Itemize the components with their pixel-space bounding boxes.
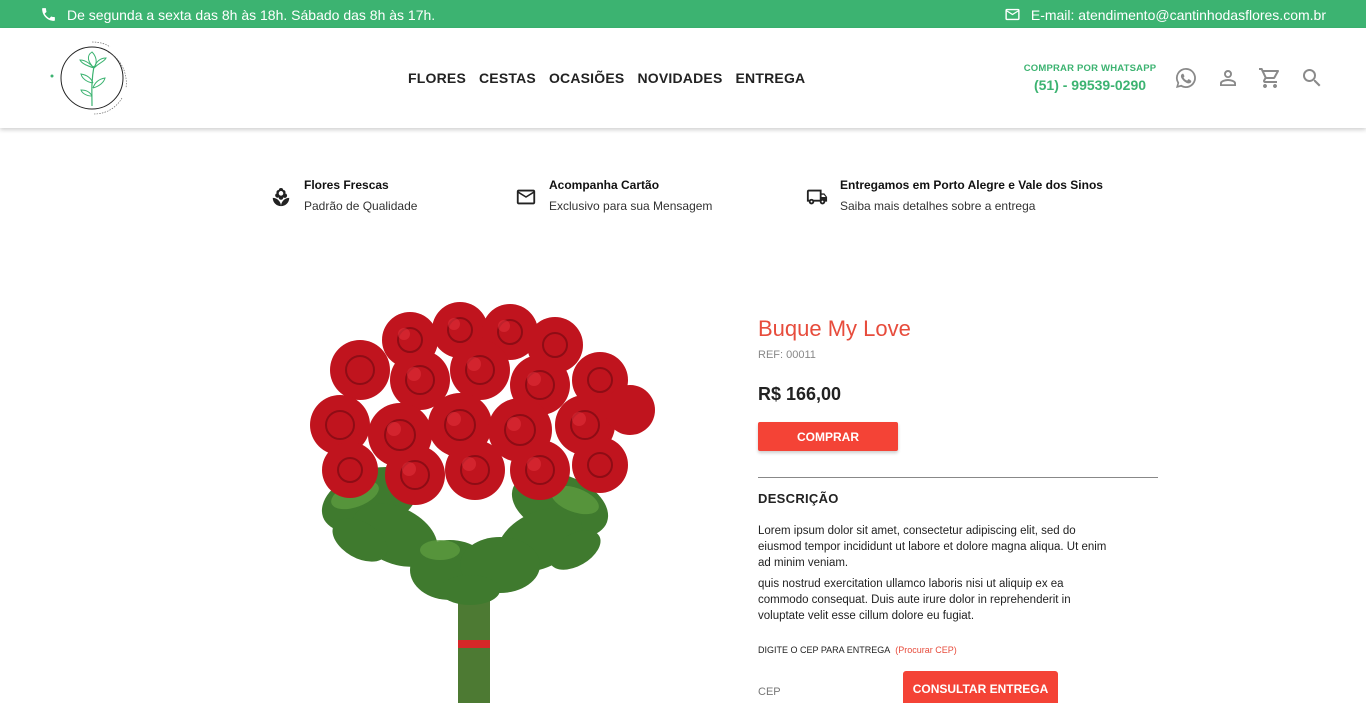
- section-divider: [758, 477, 1158, 478]
- whatsapp-label: COMPRAR POR WHATSAPP: [1023, 63, 1157, 74]
- cep-input[interactable]: [758, 682, 888, 702]
- product-ref: REF: 00011: [758, 349, 816, 361]
- brand-logo[interactable]: [48, 38, 138, 118]
- product-image[interactable]: [300, 300, 660, 703]
- truck-icon: [806, 178, 828, 213]
- mail-icon: [515, 178, 537, 213]
- cart-icon[interactable]: [1258, 66, 1282, 90]
- site-header: FLORES CESTAS OCASIÕES NOVIDADES ENTREGA…: [0, 28, 1366, 128]
- whatsapp-number: (51) - 99539-0290: [1033, 77, 1147, 93]
- buy-button[interactable]: COMPRAR: [758, 422, 898, 451]
- feature-title: Acompanha Cartão: [549, 178, 660, 192]
- description-paragraph-1: Lorem ipsum dolor sit amet, consectetur …: [758, 525, 1107, 569]
- top-info-bar: De segunda a sexta das 8h às 18h. Sábado…: [0, 0, 1366, 28]
- description-paragraph-2: quis nostrud exercitation ullamco labori…: [758, 578, 1071, 622]
- feature-subtitle: Saiba mais detalhes sobre a entrega: [840, 199, 1036, 213]
- cep-label-text: DIGITE O CEP PARA ENTREGA: [758, 645, 891, 655]
- feature-subtitle: Padrão de Qualidade: [304, 199, 418, 213]
- nav-flores[interactable]: FLORES: [408, 70, 466, 86]
- nav-cestas[interactable]: CESTAS: [479, 70, 536, 86]
- phone-icon: [40, 6, 57, 23]
- business-hours: De segunda a sexta das 8h às 18h. Sábado…: [40, 6, 435, 23]
- user-icon[interactable]: [1216, 66, 1240, 90]
- feature-subtitle: Exclusivo para sua Mensagem: [549, 199, 713, 213]
- product-title: Buque My Love: [758, 316, 911, 341]
- whatsapp-icon[interactable]: [1174, 66, 1198, 90]
- header-actions: [1174, 66, 1324, 90]
- feature-title: Flores Frescas: [304, 178, 389, 192]
- mail-icon: [1004, 6, 1021, 23]
- feature-delivery[interactable]: Entregamos em Porto Alegre e Vale dos Si…: [806, 178, 1103, 213]
- nav-ocasioes[interactable]: OCASIÕES: [549, 70, 625, 86]
- cep-section-label: DIGITE O CEP PARA ENTREGA (Procurar CEP): [758, 645, 957, 655]
- description-title: DESCRIÇÃO: [758, 491, 839, 506]
- whatsapp-contact[interactable]: COMPRAR POR WHATSAPP (51) - 99539-0290: [1022, 63, 1158, 93]
- find-cep-link[interactable]: (Procurar CEP): [895, 645, 957, 655]
- product-price: R$ 166,00: [758, 384, 842, 404]
- nav-entrega[interactable]: ENTREGA: [736, 70, 806, 86]
- contact-email-text: E-mail: atendimento@cantinhodasflores.co…: [1030, 6, 1326, 23]
- nav-novidades[interactable]: NOVIDADES: [637, 70, 722, 86]
- contact-email[interactable]: E-mail: atendimento@cantinhodasflores.co…: [1004, 6, 1326, 23]
- main-nav: FLORES CESTAS OCASIÕES NOVIDADES ENTREGA: [408, 70, 805, 86]
- search-icon[interactable]: [1300, 66, 1324, 90]
- consult-delivery-button[interactable]: CONSULTAR ENTREGA: [903, 671, 1058, 703]
- feature-card: Acompanha Cartão Exclusivo para sua Mens…: [515, 178, 712, 213]
- feature-title: Entregamos em Porto Alegre e Vale dos Si…: [840, 178, 1103, 192]
- flower-icon: [270, 178, 292, 213]
- feature-fresh-flowers: Flores Frescas Padrão de Qualidade: [270, 178, 417, 213]
- business-hours-text: De segunda a sexta das 8h às 18h. Sábado…: [67, 6, 436, 23]
